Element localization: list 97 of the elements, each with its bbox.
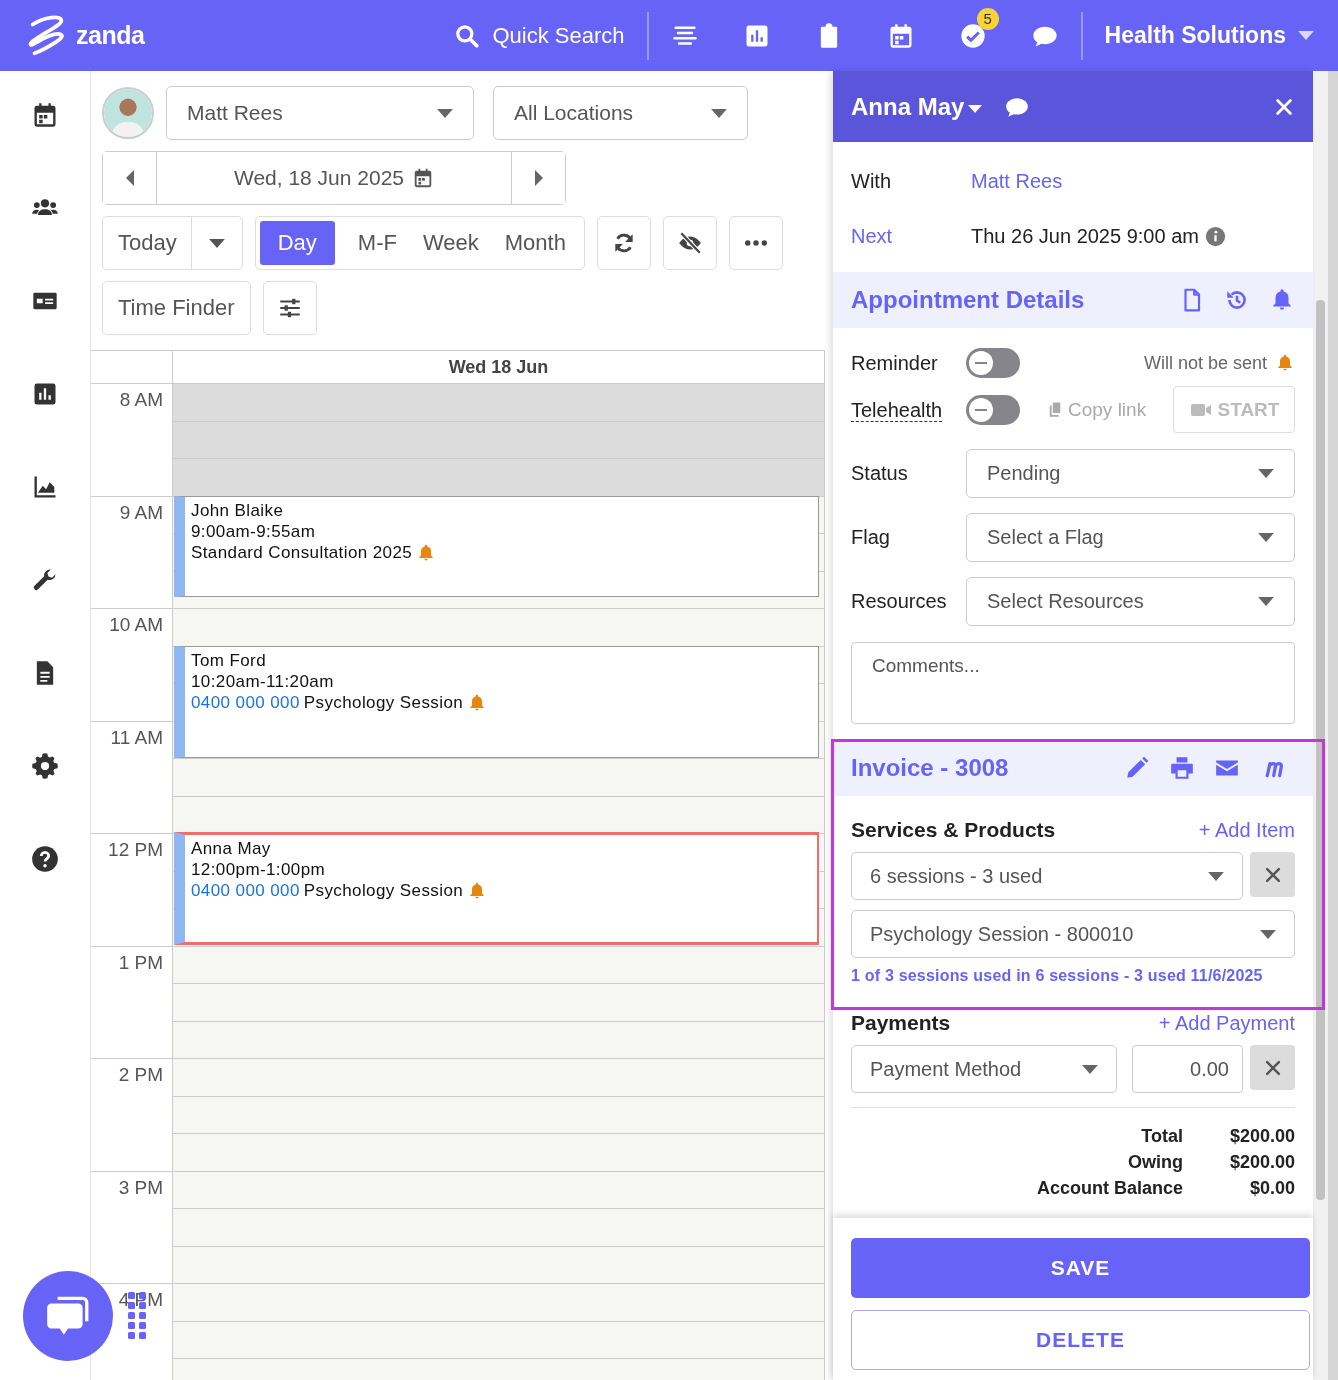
caret-icon xyxy=(711,108,727,118)
appointment-time: 10:20am-11:20am xyxy=(191,671,335,692)
detail-link[interactable]: Next xyxy=(851,224,971,248)
add-payment-link[interactable]: + Add Payment xyxy=(1158,1011,1295,1035)
caret-icon xyxy=(1208,871,1224,881)
appointment-card[interactable]: John Blaike 9:00am-9:55am Standard Consultation 2025 xyxy=(174,496,819,597)
remove-button[interactable] xyxy=(1250,852,1295,897)
view-tab[interactable]: M-F xyxy=(346,221,408,265)
field-label: Status xyxy=(851,462,909,485)
save-button[interactable]: SAVE xyxy=(851,1238,1310,1298)
organisation-menu[interactable]: Health Solutions xyxy=(1080,11,1338,60)
client-name: Tom Ford xyxy=(191,650,267,671)
field-label: Resources xyxy=(851,590,948,613)
search-button[interactable]: Quick Search xyxy=(454,11,649,60)
session-note: 1 of 3 sessions used in 6 sessions - 3 used 11/6/2025 xyxy=(850,967,1264,985)
search-icon xyxy=(454,22,481,49)
detail-label: With xyxy=(851,170,892,193)
caret-icon xyxy=(1298,31,1314,40)
caret-icon xyxy=(968,104,983,113)
hour-label: 11 AM xyxy=(110,726,163,748)
view-tab[interactable]: Month xyxy=(493,221,577,265)
hour-label: 10 AM xyxy=(109,614,163,635)
comments-field[interactable]: Comments... xyxy=(851,642,1295,724)
day-column-header: Wed 18 Jun xyxy=(173,351,825,383)
total-value: $0.00 xyxy=(1248,1178,1295,1199)
caret-icon xyxy=(1260,929,1276,939)
phone-link[interactable]: 0400 000 000 xyxy=(191,692,300,713)
caret-icon xyxy=(1258,469,1274,478)
total-label: Owing xyxy=(1127,1152,1183,1173)
help-icon[interactable] xyxy=(31,845,59,873)
settings-icon[interactable] xyxy=(31,752,59,780)
more-icon xyxy=(744,240,767,246)
filter-button[interactable] xyxy=(262,281,317,335)
caret-left-icon xyxy=(125,170,134,186)
amount-field[interactable]: 0.00 xyxy=(1132,1045,1243,1093)
bell-icon xyxy=(1275,353,1295,373)
appointment-time: 12:00pm-1:00pm xyxy=(191,859,327,880)
refresh-button[interactable] xyxy=(596,216,651,270)
section-label: Services & Products xyxy=(851,818,1056,842)
info-icon[interactable] xyxy=(1204,225,1226,247)
total-label: Account Balance xyxy=(1035,1178,1183,1199)
select-field[interactable]: Select a Flag xyxy=(966,513,1295,562)
caret-icon xyxy=(1082,1064,1098,1074)
section-title: Appointment Details xyxy=(851,286,1086,314)
client-name: Anna May xyxy=(191,838,272,859)
field-label: Flag xyxy=(851,526,891,549)
select-field[interactable]: Select Resources xyxy=(966,577,1295,626)
practitioner-select[interactable]: Matt Rees xyxy=(166,86,474,140)
hour-label: 9 AM xyxy=(119,501,163,523)
notification-badge: 5 xyxy=(976,7,999,30)
reminder-note: Will not be sent xyxy=(1143,352,1267,374)
hide-button[interactable] xyxy=(662,216,717,270)
hour-label: 8 AM xyxy=(119,389,163,410)
location-select[interactable]: All Locations xyxy=(493,86,748,140)
appointment-card[interactable]: Tom Ford 10:20am-11:20am 0400 000 000 Psychology Session xyxy=(174,646,819,758)
view-tab[interactable]: Day xyxy=(259,221,335,265)
more-button[interactable] xyxy=(728,216,783,270)
time-finder-button[interactable]: Time Finder xyxy=(102,281,251,335)
caret-right-icon xyxy=(534,170,543,186)
client-name-menu[interactable]: Anna May xyxy=(851,92,965,121)
add-item-link[interactable]: + Add Item xyxy=(1198,818,1295,842)
caret-icon xyxy=(437,108,453,118)
item-select[interactable]: 6 sessions - 3 used xyxy=(851,852,1243,900)
remove-button[interactable] xyxy=(1250,1045,1295,1090)
caret-icon xyxy=(1258,533,1274,542)
service-name: Psychology Session xyxy=(303,880,464,901)
invoice-title: Invoice - 3008 xyxy=(851,754,1010,782)
client-name: John Blaike xyxy=(191,500,285,521)
print-icon[interactable] xyxy=(1169,755,1195,781)
total-value: $200.00 xyxy=(1228,1152,1295,1173)
hour-label: 12 PM xyxy=(108,839,163,860)
caret-icon xyxy=(208,238,225,248)
caret-icon xyxy=(1258,597,1274,606)
total-label: Total xyxy=(1140,1126,1183,1147)
view-tab[interactable]: Week xyxy=(411,221,490,265)
service-name: Psychology Session xyxy=(303,692,464,713)
detail-link[interactable]: Matt Rees xyxy=(971,170,1063,193)
payment-method-select[interactable]: Payment Method xyxy=(851,1045,1117,1093)
hour-label: 1 PM xyxy=(118,951,163,973)
field-label: Telehealth xyxy=(851,398,943,422)
scrollbar-thumb[interactable] xyxy=(1316,300,1325,1200)
select-field[interactable]: Pending xyxy=(966,449,1295,498)
hour-label: 3 PM xyxy=(118,1176,163,1198)
hour-label: 2 PM xyxy=(118,1064,163,1085)
field-label: Reminder xyxy=(851,351,939,375)
appointment-time: 9:00am-9:55am xyxy=(191,521,317,542)
service-name: Standard Consultation 2025 xyxy=(191,542,413,563)
total-value: $200.00 xyxy=(1228,1126,1295,1147)
logo-text[interactable]: zanda xyxy=(76,21,145,50)
edit-icon[interactable] xyxy=(1124,755,1150,781)
detail-value: Thu 26 Jun 2025 9:00 am xyxy=(971,224,1199,248)
section-label: Payments xyxy=(851,1011,951,1035)
phone-link[interactable]: 0400 000 000 xyxy=(191,880,300,901)
toggle-switch[interactable] xyxy=(966,348,1020,378)
delete-button[interactable]: DELETE xyxy=(851,1310,1310,1370)
appointment-card[interactable]: Anna May 12:00pm-1:00pm 0400 000 000 Psychology Session xyxy=(174,832,819,945)
item-select[interactable]: Psychology Session - 800010 xyxy=(851,910,1295,958)
